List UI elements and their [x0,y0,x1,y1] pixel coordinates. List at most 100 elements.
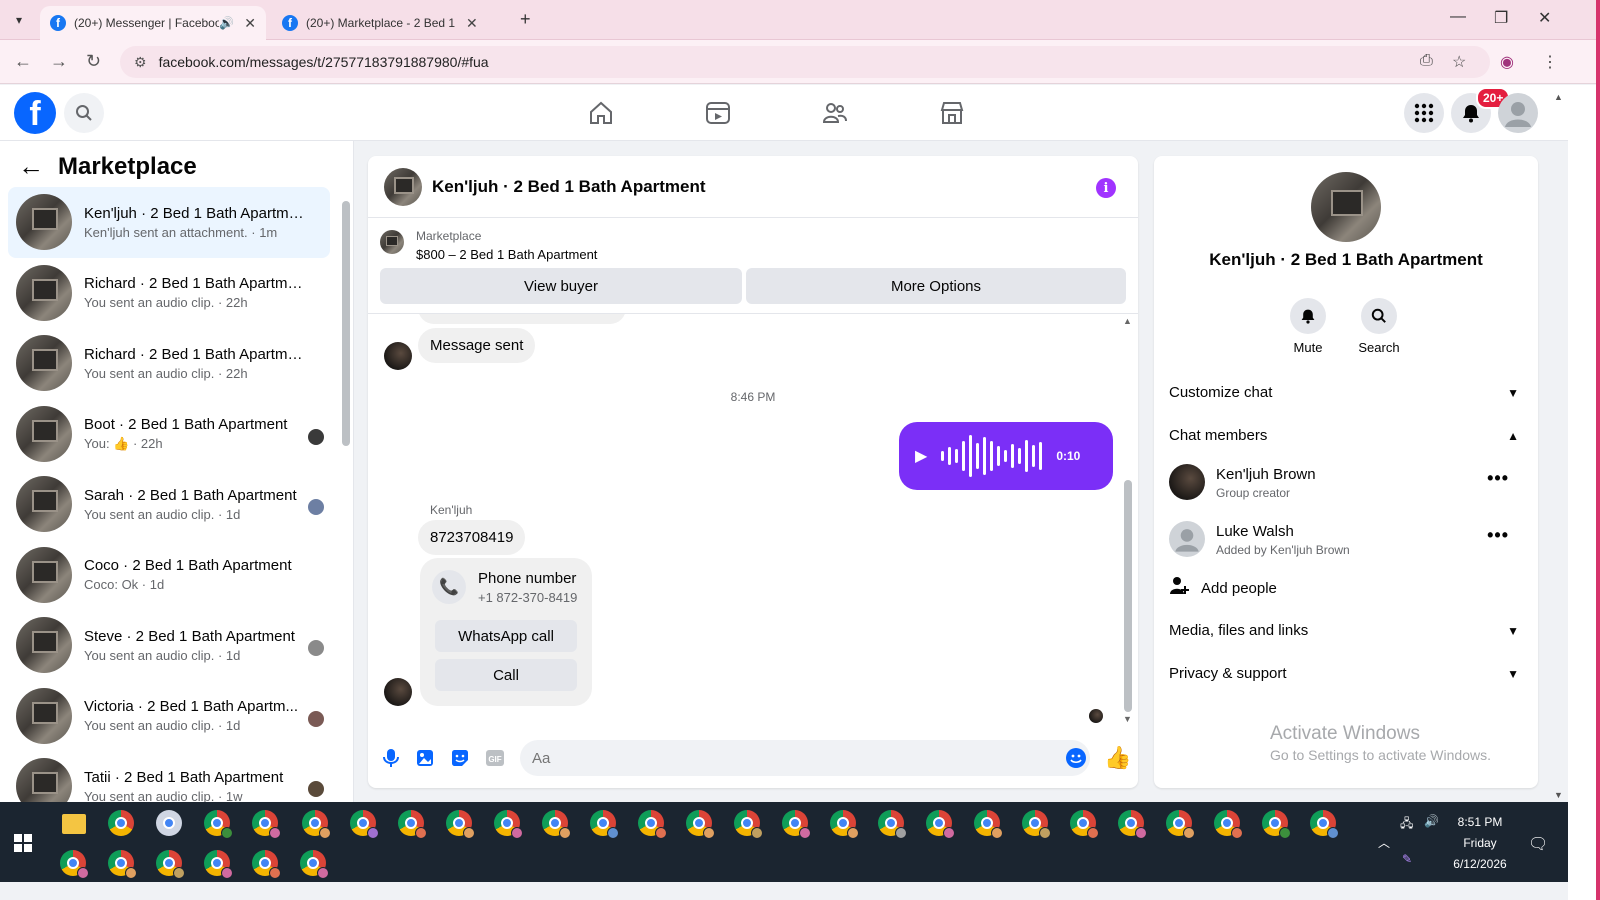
chat-avatar[interactable] [384,167,422,206]
chrome-profile-icon[interactable] [1022,810,1051,839]
page-scroll-up-icon[interactable]: ▲ [1554,92,1563,102]
chat-title[interactable]: Ken'ljuh · 2 Bed 1 Bath Apartment [432,177,706,197]
show-hidden-icons-icon[interactable]: ︿ [1378,834,1390,851]
pen-icon[interactable]: ✎ [1402,852,1412,866]
whatsapp-call-button[interactable]: WhatsApp call [435,620,577,652]
chrome-profile-icon[interactable] [974,810,1003,839]
scroll-up-icon[interactable]: ▲ [1123,316,1132,326]
more-options-icon[interactable]: ••• [1487,525,1509,546]
like-thumb-icon[interactable]: 👍 [1104,745,1131,771]
search-in-chat-button[interactable]: Search [1349,298,1409,355]
member-item[interactable]: Ken'ljuh Brown Group creator ••• [1169,462,1523,506]
back-arrow-icon[interactable]: ← [18,151,44,182]
search-icon[interactable] [64,93,104,133]
member-item[interactable]: Luke Walsh Added by Ken'ljuh Brown ••• [1169,519,1523,563]
notification-center-icon[interactable]: 🗨 [1528,834,1548,854]
listing-title[interactable]: $800 – 2 Bed 1 Bath Apartment [416,247,597,262]
chrome-profile-icon[interactable] [782,810,811,839]
chrome-profile-icon[interactable] [830,810,859,839]
browser-tab-marketplace[interactable]: f (20+) Marketplace - 2 Bed 1 Bath ✕ [272,6,504,40]
chrome-profile-icon[interactable] [1214,810,1243,839]
chrome-profile-icon[interactable] [1262,810,1291,839]
conversation-item[interactable]: Sarah · 2 Bed 1 Bath Apartment You sent a… [8,469,330,540]
chrome-profile-icon[interactable] [350,810,379,839]
windows-start-icon[interactable] [14,834,32,852]
privacy-support-section[interactable]: Privacy & support ▼ [1169,665,1523,682]
taskbar-clock[interactable]: 8:51 PM Friday 6/12/2026 [1448,812,1512,875]
mute-button[interactable]: Mute [1278,298,1338,355]
menu-grid-icon[interactable] [1404,93,1444,133]
facebook-logo-icon[interactable]: f [14,92,56,134]
chrome-profile-icon[interactable] [252,810,281,839]
chrome-profile-icon[interactable] [638,810,667,839]
chrome-profile-icon[interactable] [878,810,907,839]
conversation-item[interactable]: Steve · 2 Bed 1 Bath Apartment You sent a… [8,610,330,681]
chat-members-section[interactable]: Chat members ▲ [1169,427,1523,444]
marketplace-icon[interactable] [938,99,966,127]
chrome-profile-icon[interactable] [1310,810,1339,839]
volume-icon[interactable]: 🔊 [1424,814,1439,828]
chrome-profile-icon[interactable] [1118,810,1147,839]
chat-scrollbar[interactable] [1124,480,1132,712]
chrome-profile-icon[interactable] [300,850,329,879]
message-input[interactable] [520,740,1090,776]
audio-message[interactable]: ▶ 0:10 [899,422,1113,490]
chrome-profile-icon[interactable] [590,810,619,839]
microphone-icon[interactable] [380,747,402,769]
site-settings-icon[interactable]: ⚙ [134,54,147,71]
network-icon[interactable]: 🖧 [1400,814,1413,835]
conversation-item[interactable]: Richard · 2 Bed 1 Bath Apartment You sent… [8,328,330,399]
chrome-profile-icon[interactable] [1166,810,1195,839]
file-explorer-icon[interactable] [62,814,86,834]
sticker-icon[interactable] [449,747,471,769]
photo-icon[interactable] [414,747,436,769]
page-scroll-down-icon[interactable]: ▼ [1554,790,1563,800]
groups-icon[interactable] [821,99,849,127]
close-window-icon[interactable]: ✕ [1538,8,1551,28]
home-icon[interactable] [587,99,615,127]
bookmark-star-icon[interactable]: ☆ [1452,52,1466,72]
chrome-profile-icon[interactable] [686,810,715,839]
chrome-profile-icon[interactable] [446,810,475,839]
minimize-icon[interactable]: — [1450,8,1466,26]
chrome-profile-icon[interactable] [156,850,185,879]
gif-icon[interactable]: GIF [484,747,506,769]
add-people-button[interactable]: Add people [1169,576,1277,600]
details-avatar[interactable] [1311,172,1381,242]
view-buyer-button[interactable]: View buyer [380,268,742,304]
conversation-item[interactable]: Richard · 2 Bed 1 Bath Apartment You sent… [8,258,330,329]
more-options-button[interactable]: More Options [746,268,1126,304]
conversation-item[interactable]: Coco · 2 Bed 1 Bath Apartment Coco: Ok · … [8,540,330,611]
chrome-profile-icon[interactable] [204,850,233,879]
customize-chat-section[interactable]: Customize chat ▼ [1169,384,1523,401]
chrome-profile-icon[interactable] [494,810,523,839]
chrome-profile-icon[interactable] [398,810,427,839]
close-tab-icon[interactable]: ✕ [466,15,478,32]
play-icon[interactable]: ▶ [915,446,927,466]
chrome-profile-icon[interactable] [1070,810,1099,839]
chrome-profile-icon[interactable] [926,810,955,839]
chrome-profile-icon[interactable] [542,810,571,839]
conversation-item[interactable]: Ken'ljuh · 2 Bed 1 Bath Apartment Ken'lju… [8,187,330,258]
install-app-icon[interactable]: ⎙ [1420,52,1433,70]
forward-icon[interactable]: → [50,51,68,72]
chrome-profile-icon[interactable] [60,850,89,879]
chrome-icon[interactable] [108,810,134,836]
conversation-scrollbar[interactable] [342,201,350,446]
call-button[interactable]: Call [435,659,577,691]
browser-tab-messenger[interactable]: f (20+) Messenger | Facebook 🔊 ✕ [40,6,266,40]
tab-search-chevron-icon[interactable]: ▾ [8,9,30,31]
chrome-profile-icon[interactable] [108,850,137,879]
conversation-item[interactable]: Boot · 2 Bed 1 Bath Apartment You: 👍 · 22… [8,399,330,470]
chrome-profile-icon[interactable] [252,850,281,879]
account-avatar[interactable] [1498,93,1538,133]
close-tab-icon[interactable]: ✕ [244,15,256,32]
maximize-icon[interactable]: ❐ [1494,8,1508,28]
browser-menu-icon[interactable]: ⋮ [1542,52,1558,72]
reload-icon[interactable]: ↻ [86,51,101,72]
chrome-profile-icon[interactable] [302,810,331,839]
profile-icon[interactable]: ◉ [1500,52,1514,72]
emoji-icon[interactable] [1066,748,1086,768]
media-files-section[interactable]: Media, files and links ▼ [1169,622,1523,639]
paint-icon[interactable] [156,810,182,836]
